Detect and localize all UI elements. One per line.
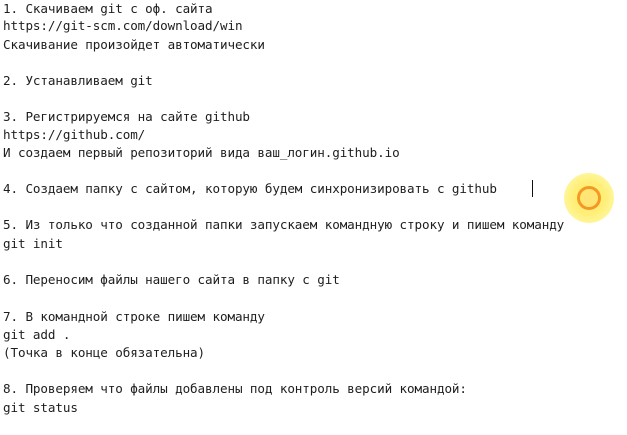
download-note: Скачивание произойдет автоматически	[3, 37, 265, 52]
git-status-command: git status	[3, 400, 78, 415]
git-download-url: https://git-scm.com/download/win	[3, 18, 243, 33]
step-7-heading: 7. В командной строке пишем команду	[3, 309, 265, 324]
step-4-heading: 4. Создаем папку с сайтом, которую будем…	[3, 181, 497, 196]
mouse-cursor-icon	[577, 186, 601, 210]
step-6-heading: 6. Переносим файлы нашего сайта в папку …	[3, 272, 340, 287]
github-url: https://github.com/	[3, 127, 146, 142]
repository-note: И создаем первый репозиторий вида ваш_ло…	[3, 145, 400, 160]
text-caret	[532, 180, 533, 197]
git-add-command: git add .	[3, 327, 71, 342]
step-8-heading: 8. Проверяем что файлы добавлены под кон…	[3, 381, 467, 396]
text-editor-area[interactable]: 1. Скачиваем git с оф. сайта https://git…	[0, 0, 627, 435]
step-3-heading: 3. Регистрируемся на сайте github	[3, 109, 250, 124]
step-2-heading: 2. Устанавливаем git	[3, 73, 153, 88]
step-1-heading: 1. Скачиваем git с оф. сайта	[3, 1, 213, 16]
dot-required-note: (Точка в конце обязательна)	[3, 345, 206, 360]
git-init-command: git init	[3, 236, 63, 251]
step-5-heading: 5. Из только что созданной папки запуска…	[3, 217, 565, 232]
